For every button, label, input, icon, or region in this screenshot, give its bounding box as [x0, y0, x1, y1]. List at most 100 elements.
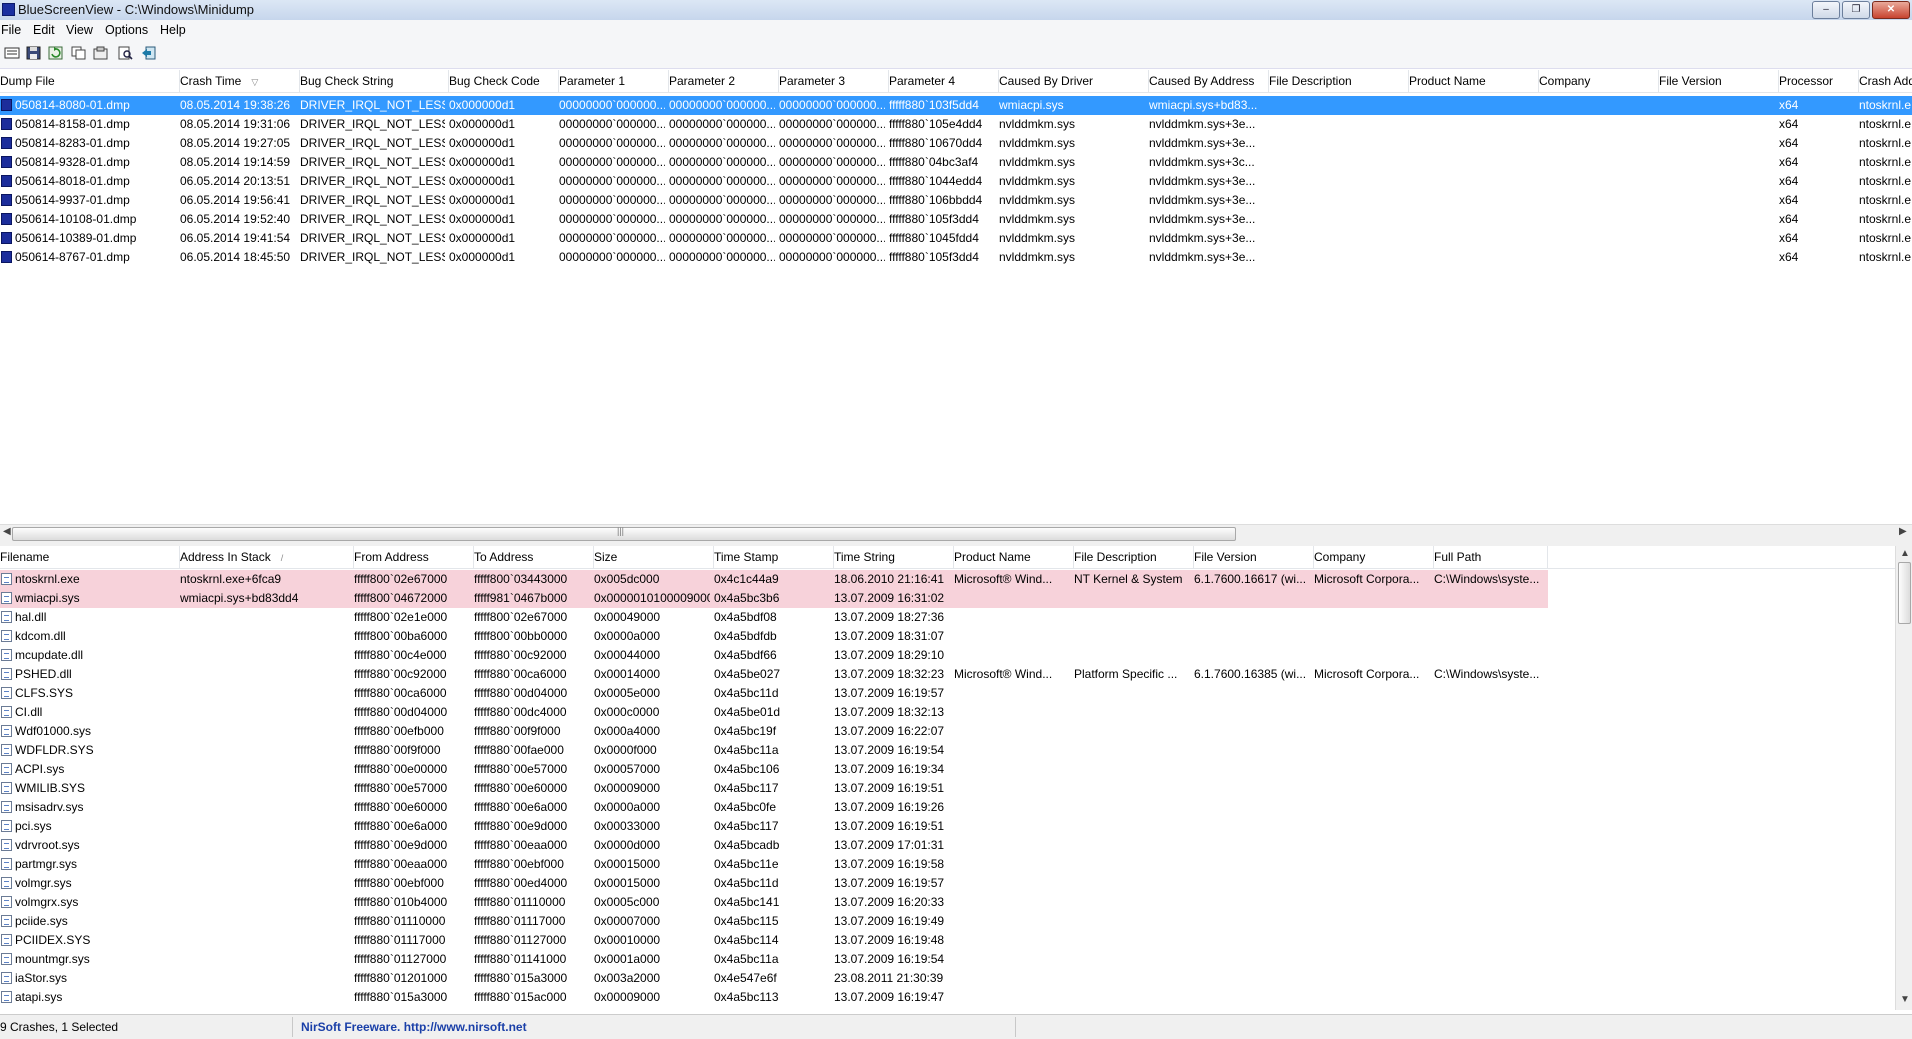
column-header-time-string[interactable]: Time String: [834, 546, 954, 568]
column-header-address-in-stack[interactable]: Address In Stack /: [180, 546, 354, 568]
column-header-file-description[interactable]: File Description: [1269, 70, 1409, 92]
column-header-file-description[interactable]: File Description: [1074, 546, 1194, 568]
scroll-down-icon[interactable]: ▼: [1900, 994, 1910, 1005]
save-selected-icon[interactable]: [4, 46, 20, 60]
driver-row[interactable]: PCIIDEX.SYS fffff880`01117000 fffff880`011…: [0, 931, 1895, 950]
driver-row[interactable]: Wdf01000.sys fffff880`00efb000 fffff880`00…: [0, 722, 1895, 741]
cell-product-name: [954, 779, 1070, 798]
horizontal-scroll-thumb[interactable]: |||: [12, 526, 1236, 541]
scroll-up-icon[interactable]: ▲: [1900, 548, 1910, 559]
menu-view[interactable]: View: [66, 23, 93, 37]
crash-row[interactable]: 050614-8018-01.dmp 06.05.2014 20:13:51 DRI…: [0, 172, 1912, 191]
column-header-crash-add[interactable]: Crash Add: [1859, 70, 1912, 92]
column-header-processor[interactable]: Processor: [1779, 70, 1859, 92]
cell-full-path: [1434, 779, 1544, 798]
driver-row[interactable]: volmgrx.sys fffff880`010b4000 fffff880`011…: [0, 893, 1895, 912]
driver-row[interactable]: mountmgr.sys fffff880`01127000 fffff880`01…: [0, 950, 1895, 969]
menu-help[interactable]: Help: [160, 23, 186, 37]
column-header-from-address[interactable]: From Address: [354, 546, 474, 568]
column-header-to-address[interactable]: To Address: [474, 546, 594, 568]
column-header-time-stamp[interactable]: Time Stamp: [714, 546, 834, 568]
menu-file[interactable]: File: [1, 23, 21, 37]
horizontal-scrollbar[interactable]: ◀ ||| ▶: [0, 524, 1912, 542]
column-header-parameter-4[interactable]: Parameter 4: [889, 70, 999, 92]
crash-row[interactable]: 050614-9937-01.dmp 06.05.2014 19:56:41 DRI…: [0, 191, 1912, 210]
column-header-parameter-1[interactable]: Parameter 1: [559, 70, 669, 92]
driver-row[interactable]: WMILIB.SYS fffff880`00e57000 fffff880`00e6…: [0, 779, 1895, 798]
column-header-product-name[interactable]: Product Name: [1409, 70, 1539, 92]
menu-options[interactable]: Options: [105, 23, 148, 37]
cell-to-address: fffff880`00fae000: [474, 743, 564, 757]
driver-row[interactable]: PSHED.dll fffff880`00c92000 fffff880`00ca6…: [0, 665, 1895, 684]
crash-row[interactable]: 050614-8767-01.dmp 06.05.2014 18:45:50 DRI…: [0, 248, 1912, 267]
column-header-dump-file[interactable]: Dump File: [0, 70, 180, 92]
crash-row[interactable]: 050814-8080-01.dmp 08.05.2014 19:38:26 DRI…: [0, 96, 1912, 115]
column-header-crash-time[interactable]: Crash Time ▽: [180, 70, 300, 92]
driver-row[interactable]: volmgr.sys fffff880`00ebf000 fffff880`00ed…: [0, 874, 1895, 893]
driver-row[interactable]: hal.dll fffff800`02e1e000 fffff800`02e6700…: [0, 608, 1895, 627]
copy-icon[interactable]: [71, 46, 87, 60]
nirsoft-link[interactable]: NirSoft Freeware. http://www.nirsoft.net: [301, 1020, 527, 1034]
status-count: 9 Crashes, 1 Selected: [0, 1020, 119, 1034]
driver-row[interactable]: CLFS.SYS fffff880`00ca6000 fffff880`00d040…: [0, 684, 1895, 703]
cell-time-string: 13.07.2009 16:19:51: [834, 819, 945, 833]
column-header-product-name[interactable]: Product Name: [954, 546, 1074, 568]
restore-button[interactable]: ❐: [1842, 1, 1870, 19]
driver-row[interactable]: pci.sys fffff880`00e6a000 fffff880`00e9d00…: [0, 817, 1895, 836]
cell-crash-time: 06.05.2014 18:45:50: [180, 250, 291, 264]
column-header-caused-by-driver[interactable]: Caused By Driver: [999, 70, 1149, 92]
driver-row[interactable]: iaStor.sys fffff880`01201000 fffff880`015a…: [0, 969, 1895, 988]
driver-file-icon: [1, 744, 12, 756]
crash-list: Dump File Crash Time ▽ Bug Check String Bug …: [0, 70, 1912, 524]
driver-row[interactable]: msisadrv.sys fffff880`00e60000 fffff880`00…: [0, 798, 1895, 817]
driver-row[interactable]: ntoskrnl.exe ntoskrnl.exe+6fca9 fffff800`0…: [0, 570, 1895, 589]
driver-row[interactable]: ACPI.sys fffff880`00e00000 fffff880`00e570…: [0, 760, 1895, 779]
crash-row[interactable]: 050614-10389-01.dmp 06.05.2014 19:41:54 DR…: [0, 229, 1912, 248]
cell-product-name: [954, 722, 1070, 741]
minimize-button[interactable]: –: [1812, 1, 1840, 19]
column-header-file-version[interactable]: File Version: [1194, 546, 1314, 568]
crash-row[interactable]: 050814-8158-01.dmp 08.05.2014 19:31:06 DRI…: [0, 115, 1912, 134]
crash-row[interactable]: 050614-10108-01.dmp 06.05.2014 19:52:40 DR…: [0, 210, 1912, 229]
column-header-full-path[interactable]: Full Path: [1434, 546, 1548, 568]
vertical-scrollbar[interactable]: ▲ ▼: [1895, 546, 1912, 1010]
column-header-parameter-3[interactable]: Parameter 3: [779, 70, 889, 92]
properties-icon[interactable]: [93, 46, 109, 60]
crash-row[interactable]: 050814-9328-01.dmp 08.05.2014 19:14:59 DRI…: [0, 153, 1912, 172]
column-header-company[interactable]: Company: [1314, 546, 1434, 568]
driver-row[interactable]: WDFLDR.SYS fffff880`00f9f000 fffff880`00fa…: [0, 741, 1895, 760]
cell-file-description: [1074, 779, 1190, 798]
driver-row[interactable]: wmiacpi.sys wmiacpi.sys+bd83dd4 fffff800`0…: [0, 589, 1895, 608]
driver-row[interactable]: partmgr.sys fffff880`00eaa000 fffff880`00e…: [0, 855, 1895, 874]
scroll-right-icon[interactable]: ▶: [1899, 526, 1907, 537]
cell-time-stamp: 0x4a5be027: [714, 667, 781, 681]
menu-edit[interactable]: Edit: [33, 23, 55, 37]
cell-from-address: fffff880`00e00000: [354, 762, 448, 776]
driver-row[interactable]: CI.dll fffff880`00d04000 fffff880`00dc4000…: [0, 703, 1895, 722]
refresh-icon[interactable]: [48, 46, 64, 60]
cell-time-string: 13.07.2009 16:19:49: [834, 914, 945, 928]
column-header-company[interactable]: Company: [1539, 70, 1659, 92]
column-header-bug-check-code[interactable]: Bug Check Code: [449, 70, 559, 92]
scroll-left-icon[interactable]: ◀: [3, 526, 11, 537]
column-header-size[interactable]: Size: [594, 546, 714, 568]
column-header-caused-by-address[interactable]: Caused By Address: [1149, 70, 1269, 92]
driver-row[interactable]: pciide.sys fffff880`01110000 fffff880`0111…: [0, 912, 1895, 931]
crash-row[interactable]: 050814-8283-01.dmp 08.05.2014 19:27:05 DRI…: [0, 134, 1912, 153]
column-header-parameter-2[interactable]: Parameter 2: [669, 70, 779, 92]
save-icon[interactable]: [26, 46, 42, 60]
driver-row[interactable]: vdrvroot.sys fffff880`00e9d000 fffff880`00…: [0, 836, 1895, 855]
column-header-file-version[interactable]: File Version: [1659, 70, 1779, 92]
column-header-filename[interactable]: Filename: [0, 546, 180, 568]
column-header-bug-check-string[interactable]: Bug Check String: [300, 70, 449, 92]
vertical-scroll-thumb[interactable]: [1898, 562, 1911, 624]
cell-time-stamp: 0x4a5bc141: [714, 895, 780, 909]
driver-row[interactable]: mcupdate.dll fffff880`00c4e000 fffff880`00…: [0, 646, 1895, 665]
close-button[interactable]: ✕: [1872, 1, 1910, 19]
driver-row[interactable]: kdcom.dll fffff800`00ba6000 fffff800`00bb0…: [0, 627, 1895, 646]
driver-row[interactable]: atapi.sys fffff880`015a3000 fffff880`015ac…: [0, 988, 1895, 1007]
exit-icon[interactable]: [141, 46, 157, 60]
cell-crash-add: ntoskrnl.e: [1859, 212, 1912, 226]
cell-file-description: [1074, 798, 1190, 817]
find-icon[interactable]: [118, 46, 134, 60]
